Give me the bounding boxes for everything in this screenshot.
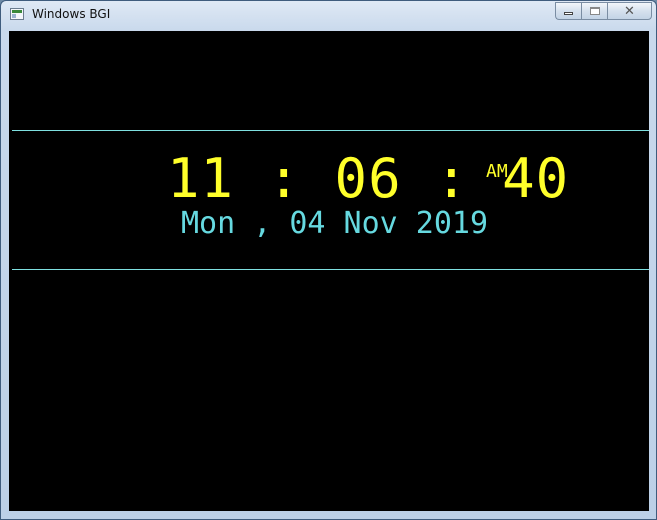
close-icon: ✕ [624,3,635,19]
minimize-icon [564,11,573,15]
close-button[interactable]: ✕ [607,2,652,20]
app-window: Windows BGI ✕ 11 : 06 : 40 AM Mon , 04 N… [0,0,657,520]
title-bar[interactable]: Windows BGI ✕ [1,1,656,29]
clock-time: 11 : 06 : 40 [167,147,570,210]
clock-date: Mon , 04 Nov 2019 [181,206,489,241]
maximize-button[interactable] [581,2,607,20]
window-title: Windows BGI [32,7,111,21]
top-divider [12,130,649,131]
bottom-divider [12,269,649,270]
clock-ampm: AM [486,161,508,182]
maximize-icon [589,7,600,15]
caption-buttons: ✕ [555,2,652,21]
app-window-icon[interactable] [10,8,24,20]
minimize-button[interactable] [555,2,581,20]
canvas-area: 11 : 06 : 40 AM Mon , 04 Nov 2019 [9,31,649,511]
